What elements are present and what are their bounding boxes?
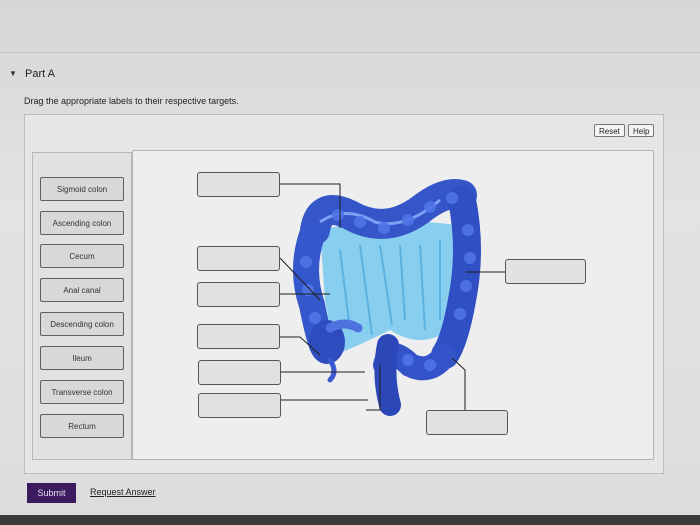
drop-target-7[interactable] <box>505 259 586 284</box>
bottom-strip <box>0 515 700 525</box>
drop-target-2[interactable] <box>197 246 280 271</box>
label-ascending-colon[interactable]: Ascending colon <box>40 211 124 235</box>
header-divider <box>0 52 700 53</box>
label-anal-canal[interactable]: Anal canal <box>40 278 124 302</box>
instructions-text: Drag the appropriate labels to their res… <box>24 96 239 106</box>
label-rectum[interactable]: Rectum <box>40 414 124 438</box>
label-ileum[interactable]: Ileum <box>40 346 124 370</box>
part-title[interactable]: Part A <box>25 68 55 80</box>
drop-target-8[interactable] <box>426 410 508 435</box>
reset-button[interactable]: Reset <box>594 124 625 137</box>
help-button[interactable]: Help <box>628 124 655 137</box>
label-descending-colon[interactable]: Descending colon <box>40 312 124 336</box>
drop-target-3[interactable] <box>197 282 280 307</box>
drop-target-6[interactable] <box>198 393 281 418</box>
request-answer-link[interactable]: Request Answer <box>90 487 156 497</box>
label-sigmoid-colon[interactable]: Sigmoid colon <box>40 177 124 201</box>
drop-target-1[interactable] <box>197 172 280 197</box>
drop-target-5[interactable] <box>198 360 281 385</box>
collapse-caret-icon[interactable]: ▼ <box>9 69 17 78</box>
label-cecum[interactable]: Cecum <box>40 244 124 268</box>
submit-button[interactable]: Submit <box>27 483 76 503</box>
label-transverse-colon[interactable]: Transverse colon <box>40 380 124 404</box>
drop-target-4[interactable] <box>197 324 280 349</box>
